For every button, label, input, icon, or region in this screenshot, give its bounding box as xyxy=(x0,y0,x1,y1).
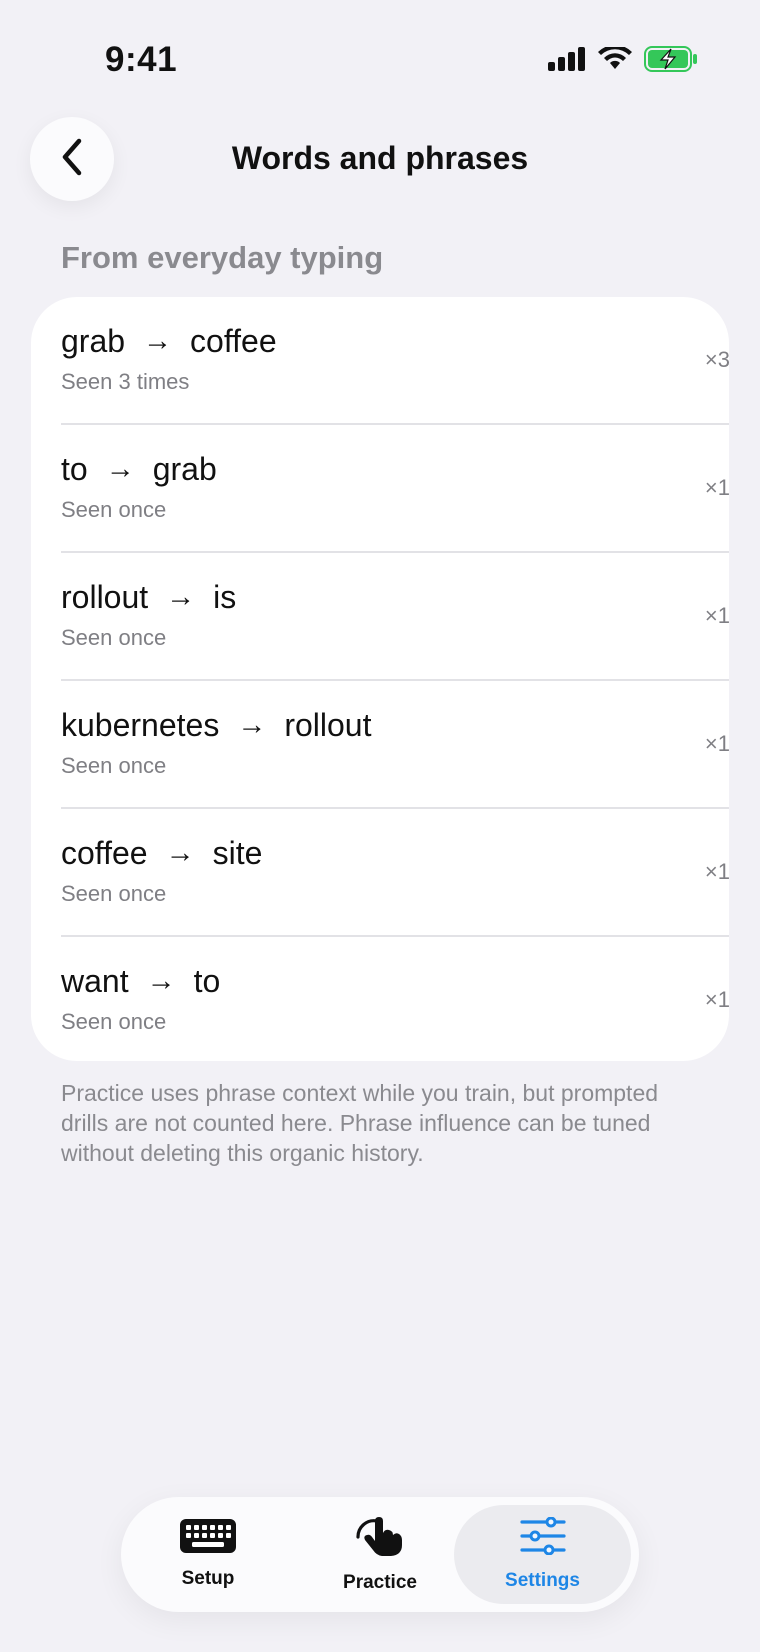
phrase-count: ×1 xyxy=(704,987,729,1012)
phrase-title: coffee → site xyxy=(61,835,262,872)
phrase-subtitle: Seen once xyxy=(61,625,167,650)
arrow-right-icon: → xyxy=(105,453,135,485)
phrase-to: to xyxy=(193,963,221,999)
sliders-icon xyxy=(519,1516,566,1560)
phrase-title: to → grab xyxy=(61,451,217,488)
tab-practice[interactable]: Practice xyxy=(299,1505,461,1604)
phrase-subtitle: Seen once xyxy=(61,753,167,778)
status-icons xyxy=(548,44,698,77)
phrase-from: rollout xyxy=(61,579,149,615)
phrase-from: to xyxy=(61,451,88,487)
section-header: From everyday typing xyxy=(61,240,384,275)
phrase-title: want → to xyxy=(61,963,220,1000)
phrase-subtitle: Seen once xyxy=(61,1009,167,1034)
arrow-right-icon: → xyxy=(146,965,176,997)
arrow-right-icon: → xyxy=(143,325,173,357)
phrase-title: grab → coffee xyxy=(61,323,277,360)
phrase-from: kubernetes xyxy=(61,707,220,743)
phrase-count: ×1 xyxy=(704,859,729,884)
phrase-from: grab xyxy=(61,323,126,359)
arrow-right-icon: → xyxy=(166,581,196,613)
phrase-count: ×1 xyxy=(704,475,729,500)
tab-label: Setup xyxy=(181,1568,235,1589)
arrow-right-icon: → xyxy=(165,837,195,869)
tab-setup[interactable]: Setup xyxy=(127,1505,289,1604)
phrase-row[interactable]: kubernetes → rollout Seen once ×1 xyxy=(61,681,729,809)
phrase-count: ×1 xyxy=(704,731,729,756)
status-time: 9:41 xyxy=(105,40,178,79)
phrase-subtitle: Seen once xyxy=(61,881,167,906)
phrase-from: want xyxy=(61,963,129,999)
phrase-to: site xyxy=(212,835,263,871)
phrase-row[interactable]: to → grab Seen once ×1 xyxy=(61,425,729,553)
phrase-subtitle: Seen 3 times xyxy=(61,369,190,394)
page-title: Words and phrases xyxy=(231,140,529,176)
hand-tap-icon xyxy=(355,1515,405,1562)
tab-settings[interactable]: Settings xyxy=(454,1505,631,1604)
phrase-row[interactable]: want → to Seen once ×1 xyxy=(61,937,729,1061)
phrase-to: rollout xyxy=(284,707,372,743)
phrase-from: coffee xyxy=(61,835,148,871)
status-bar: 9:41 xyxy=(0,0,760,110)
phrase-to: grab xyxy=(152,451,217,487)
battery-charging-icon xyxy=(644,46,698,77)
arrow-right-icon: → xyxy=(237,709,267,741)
phrase-to: is xyxy=(213,579,237,615)
keyboard-icon xyxy=(180,1519,236,1558)
tab-bar: Setup Practice Settings xyxy=(121,1497,639,1612)
phrase-count: ×1 xyxy=(704,603,729,628)
cellular-signal-icon xyxy=(548,47,586,76)
footnote: Practice uses phrase context while you t… xyxy=(61,1080,659,1166)
phrase-title: kubernetes → rollout xyxy=(61,707,371,744)
phrase-count: ×3 xyxy=(704,347,729,372)
tab-label: Settings xyxy=(505,1570,580,1591)
phrase-row[interactable]: rollout → is Seen once ×1 xyxy=(61,553,729,681)
tab-label: Practice xyxy=(343,1572,417,1593)
phrase-row[interactable]: grab → coffee Seen 3 times ×3 xyxy=(61,297,729,425)
phrase-list: grab → coffee Seen 3 times ×3 to → grab … xyxy=(31,297,729,1061)
wifi-icon xyxy=(598,44,632,76)
phrase-subtitle: Seen once xyxy=(61,497,167,522)
phrase-title: rollout → is xyxy=(61,579,236,616)
phrase-row[interactable]: coffee → site Seen once ×1 xyxy=(61,809,729,937)
phrase-to: coffee xyxy=(190,323,277,359)
